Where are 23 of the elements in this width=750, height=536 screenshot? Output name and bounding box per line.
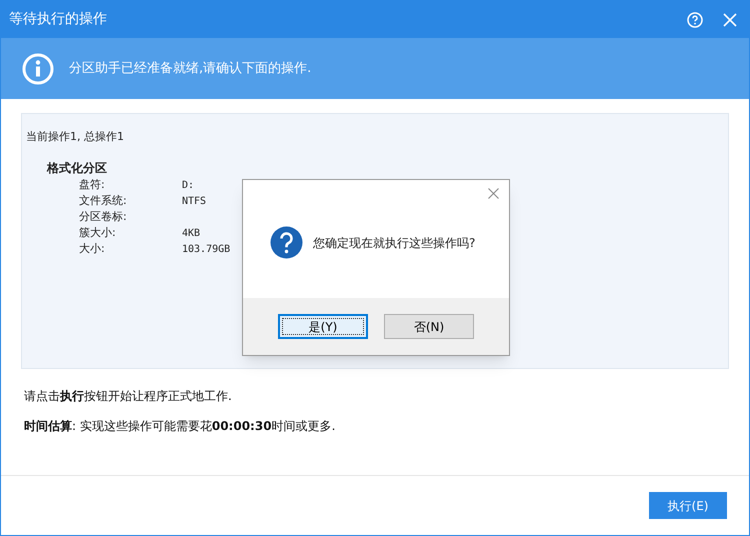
field-label: 文件系统:	[79, 193, 128, 210]
field-value: 103.79GB	[182, 243, 230, 257]
operation-title: 格式化分区	[47, 160, 108, 176]
window-title: 等待执行的操作	[9, 10, 108, 29]
field-label: 分区卷标:	[79, 209, 128, 226]
field-value: 4KB	[182, 227, 200, 241]
execute-button[interactable]: 执行(E)	[649, 492, 727, 519]
close-icon[interactable]	[488, 188, 499, 198]
field-value: D:	[182, 179, 194, 193]
instruction-text: 请点击执行按钮开始让程序正式地工作.	[24, 388, 233, 405]
field-label: 簇大小:	[79, 225, 117, 242]
field-label: 大小:	[79, 241, 106, 258]
field-value: NTFS	[182, 195, 206, 209]
instruction-text: 时间估算: 实现这些操作可能需要花00:00:30时间或更多.	[24, 418, 336, 435]
dialog-button[interactable]: 否(N)	[384, 314, 474, 339]
dialog-button[interactable]: 是(Y)	[278, 314, 368, 339]
question-icon	[270, 226, 303, 259]
confirm-message: 您确定现在就执行这些操作吗?	[313, 234, 476, 252]
help-icon[interactable]	[687, 12, 703, 28]
operations-summary: 当前操作1, 总操作1	[26, 129, 125, 145]
banner-text: 分区助手已经准备就绪,请确认下面的操作.	[69, 60, 312, 78]
info-icon	[22, 52, 54, 84]
field-label: 盘符:	[79, 177, 106, 194]
